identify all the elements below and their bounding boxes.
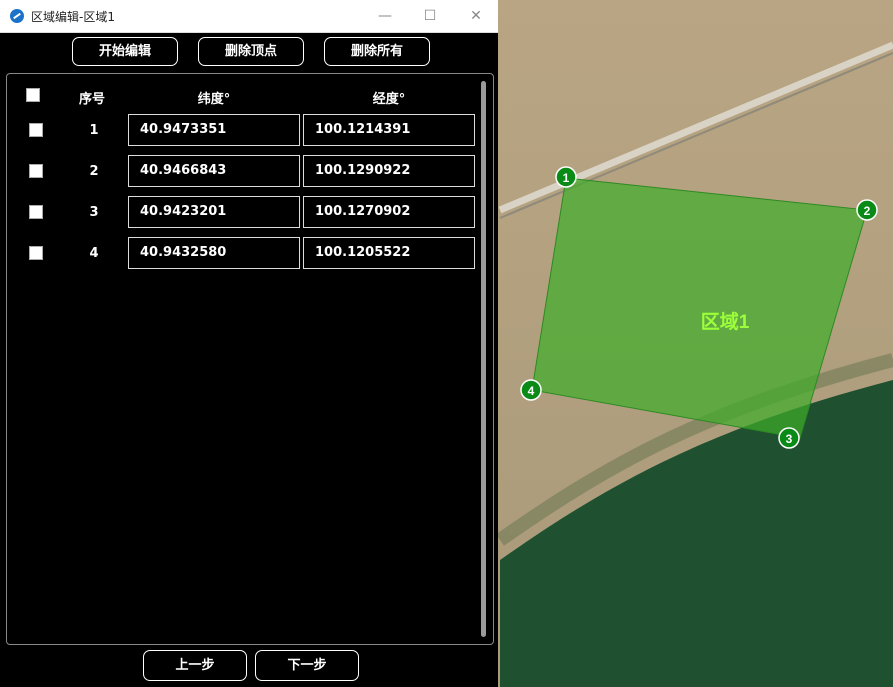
start-edit-button[interactable]: 开始编辑 xyxy=(72,37,178,66)
row-4-latitude-field[interactable]: 40.9432580 xyxy=(128,237,300,269)
row-3-latitude-field[interactable]: 40.9423201 xyxy=(128,196,300,228)
vertex-marker-1[interactable]: 1 xyxy=(555,166,577,188)
delete-all-button[interactable]: 删除所有 xyxy=(324,37,430,66)
row-2-checkbox[interactable] xyxy=(29,164,43,178)
row-4-longitude-field[interactable]: 100.1205522 xyxy=(303,237,475,269)
header-index: 序号 xyxy=(78,92,105,107)
select-all-checkbox[interactable] xyxy=(26,88,40,102)
row-1-longitude-field[interactable]: 100.1214391 xyxy=(303,114,475,146)
prev-step-button[interactable]: 上一步 xyxy=(143,650,247,681)
row-3-checkbox[interactable] xyxy=(29,205,43,219)
row-4-checkbox[interactable] xyxy=(29,246,43,260)
row-2-latitude-field[interactable]: 40.9466843 xyxy=(128,155,300,187)
vertex-marker-2[interactable]: 2 xyxy=(856,199,878,221)
vertex-marker-1-label: 1 xyxy=(563,171,570,185)
vertex-marker-2-label: 2 xyxy=(864,204,871,218)
window-title: 区域编辑-区域1 xyxy=(31,10,115,24)
app-icon xyxy=(10,9,24,23)
row-2-index: 2 xyxy=(89,164,99,179)
table-scrollbar[interactable] xyxy=(481,81,486,637)
row-1-checkbox[interactable] xyxy=(29,123,43,137)
header-latitude: 纬度° xyxy=(197,92,231,107)
vertex-marker-4[interactable]: 4 xyxy=(520,379,542,401)
close-button[interactable]: ✕ xyxy=(461,6,491,26)
row-3-index: 3 xyxy=(89,205,99,220)
minimize-button[interactable]: — xyxy=(370,6,400,26)
row-1-latitude-field[interactable]: 40.9473351 xyxy=(128,114,300,146)
vertex-marker-3-label: 3 xyxy=(786,432,793,446)
row-1-index: 1 xyxy=(89,123,99,138)
delete-vertex-button[interactable]: 删除顶点 xyxy=(198,37,304,66)
region-label: 区域1 xyxy=(701,310,750,333)
region-edit-dialog: 区域编辑-区域1 — ☐ ✕ 开始编辑 删除顶点 删除所有 序号 纬度° 经度°… xyxy=(0,0,498,687)
title-bar[interactable]: 区域编辑-区域1 — ☐ ✕ xyxy=(0,0,498,33)
row-4-index: 4 xyxy=(89,246,99,261)
header-longitude: 经度° xyxy=(372,92,406,107)
vertex-marker-4-label: 4 xyxy=(528,384,535,398)
row-3-longitude-field[interactable]: 100.1270902 xyxy=(303,196,475,228)
row-2-longitude-field[interactable]: 100.1290922 xyxy=(303,155,475,187)
maximize-button[interactable]: ☐ xyxy=(415,6,445,26)
next-step-button[interactable]: 下一步 xyxy=(255,650,359,681)
vertex-marker-3[interactable]: 3 xyxy=(778,427,800,449)
